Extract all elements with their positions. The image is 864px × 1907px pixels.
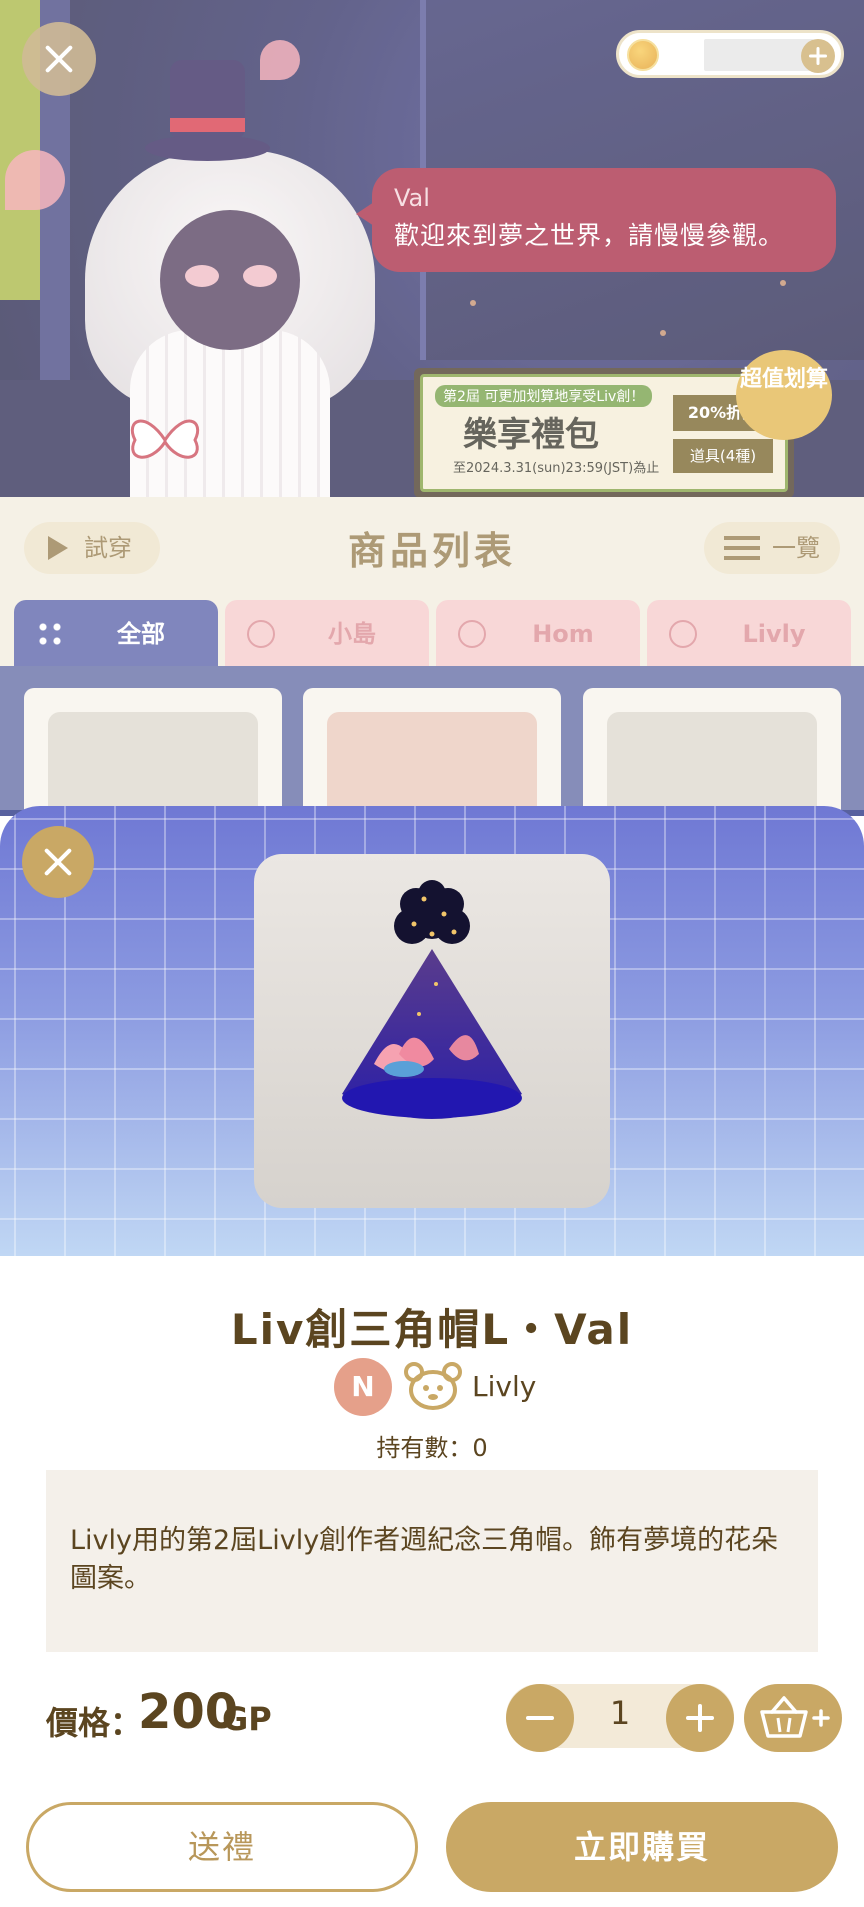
rarity-badge: N bbox=[334, 1358, 392, 1416]
price-unit: GP bbox=[222, 1700, 272, 1738]
owned-count: 持有數：0 bbox=[376, 1434, 488, 1462]
livly-category-icon bbox=[404, 1362, 462, 1410]
product-description: Livly用的第2屆Livly創作者週紀念三角帽。飾有夢境的花朵圖案。 bbox=[46, 1470, 818, 1652]
modal-backdrop[interactable] bbox=[0, 0, 864, 810]
category-label: Livly bbox=[472, 1370, 537, 1403]
product-image-frame bbox=[254, 854, 610, 1208]
add-to-cart-button[interactable] bbox=[744, 1684, 842, 1752]
party-hat-icon bbox=[342, 880, 522, 1119]
close-modal-button[interactable] bbox=[22, 826, 94, 898]
buy-now-button[interactable]: 立即購買 bbox=[446, 1802, 838, 1892]
product-name: Liv創三角帽L・Val bbox=[230, 1305, 634, 1354]
quantity-value[interactable]: 1 bbox=[574, 1694, 666, 1732]
quantity-increase-button[interactable] bbox=[666, 1684, 734, 1752]
quantity-decrease-button[interactable] bbox=[506, 1684, 574, 1752]
gift-button[interactable]: 送禮 bbox=[26, 1802, 418, 1892]
price-label: 價格： bbox=[46, 1704, 143, 1742]
basket-plus-icon bbox=[760, 1696, 830, 1738]
